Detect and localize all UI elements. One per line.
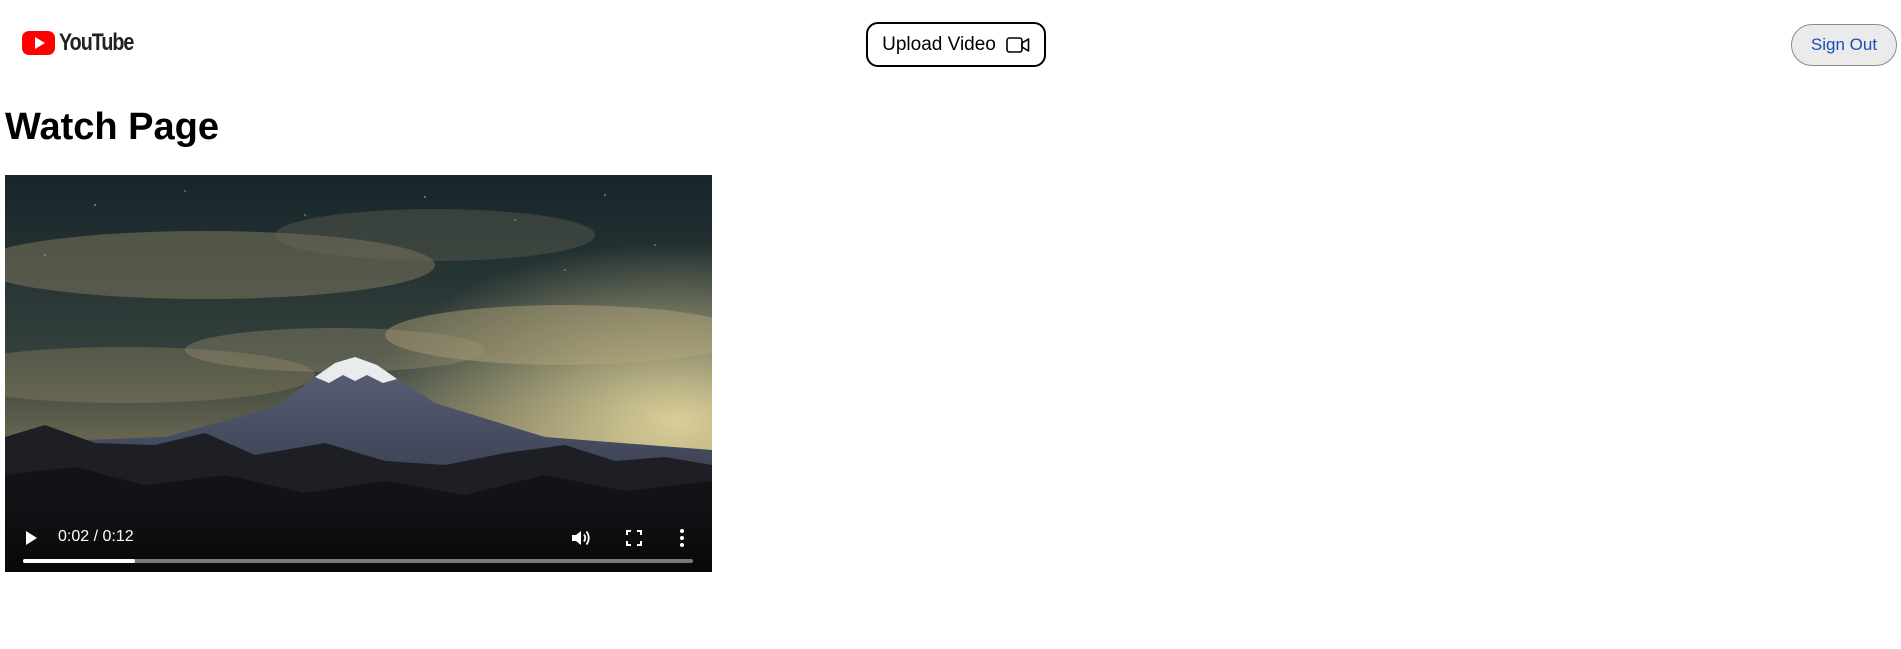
more-options-icon[interactable] [677, 527, 687, 549]
upload-video-label: Upload Video [882, 33, 996, 55]
logo-text: YouTube [59, 29, 134, 56]
youtube-logo[interactable]: YouTube [22, 29, 150, 57]
page-title: Watch Page [5, 106, 219, 148]
time-display: 0:02 / 0:12 [58, 528, 134, 545]
top-header: YouTube Upload Video Sign Out [0, 0, 1901, 88]
video-player[interactable]: 0:02 / 0:12 [5, 175, 712, 572]
fullscreen-icon[interactable] [625, 529, 643, 547]
sign-out-button[interactable]: Sign Out [1791, 24, 1897, 66]
video-camera-icon [1006, 36, 1030, 53]
progress-fill [23, 559, 135, 563]
youtube-play-logo-icon [22, 31, 55, 55]
progress-bar[interactable] [23, 559, 693, 563]
volume-icon[interactable] [570, 528, 592, 548]
upload-video-button[interactable]: Upload Video [866, 22, 1046, 67]
video-controls-bar: 0:02 / 0:12 [5, 492, 712, 572]
play-icon[interactable] [23, 529, 39, 547]
